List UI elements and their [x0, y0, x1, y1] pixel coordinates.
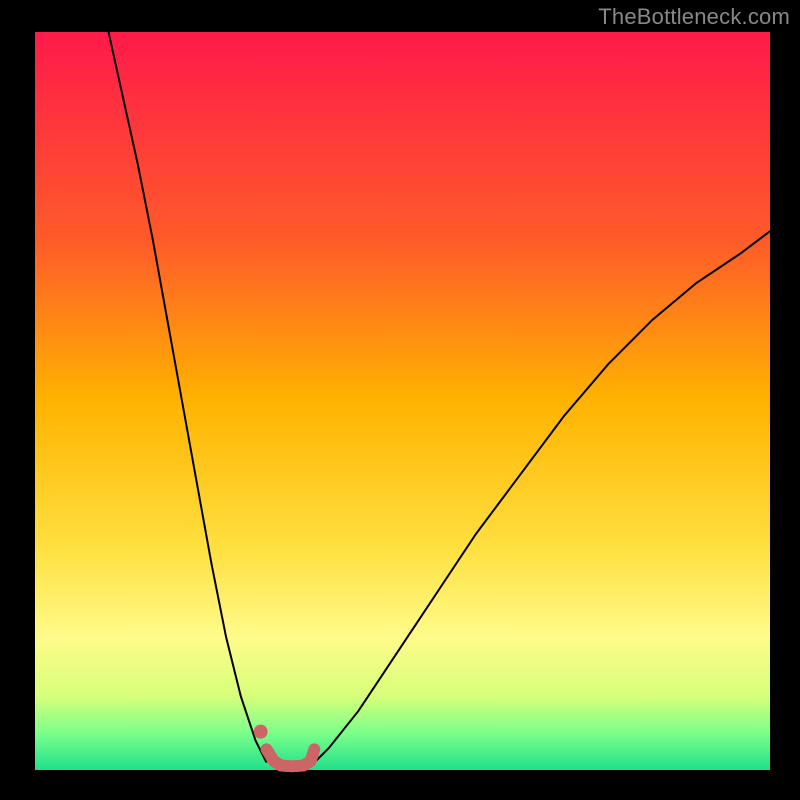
chart-frame: { "watermark": "TheBottleneck.com", "cha…	[0, 0, 800, 800]
plot-background	[35, 32, 770, 770]
marker-group	[254, 725, 268, 739]
bottleneck-chart	[0, 0, 800, 800]
marker-trough-left-dot	[254, 725, 268, 739]
watermark-text: TheBottleneck.com	[598, 4, 790, 30]
